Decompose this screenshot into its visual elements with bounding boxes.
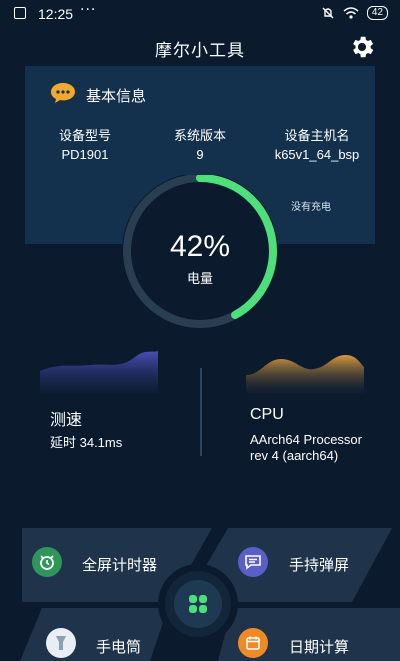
- tool-handheld-marquee[interactable]: 手持弹屏: [289, 554, 349, 575]
- wifi-icon: [343, 7, 359, 19]
- app-title: 摩尔小工具: [155, 41, 245, 61]
- hostname-label: 设备主机名: [284, 129, 350, 144]
- alarm-clock-icon: [32, 547, 62, 577]
- device-model-label: 设备型号: [58, 129, 111, 144]
- cpu-info-line2: rev 4 (aarch64): [250, 448, 339, 463]
- hostname-value: k65v1_64_bsp: [274, 147, 360, 162]
- system-version-value: 9: [196, 147, 204, 162]
- cpu-info-line1: AArch64 Processor: [250, 432, 362, 447]
- device-model-value: PD1901: [61, 147, 109, 162]
- system-version-label: 系统版本: [173, 129, 226, 144]
- charge-status: 没有充电: [291, 202, 331, 213]
- status-time: 12:25: [38, 6, 74, 22]
- clover-icon[interactable]: [186, 592, 210, 616]
- cpu-wave-graphic: [246, 355, 364, 393]
- chat-bubble-icon: [51, 83, 75, 103]
- calendar-icon: [238, 628, 268, 658]
- chat-bubble-icon: [238, 547, 268, 577]
- cpu-title[interactable]: CPU: [250, 406, 284, 424]
- tool-flashlight[interactable]: 手电筒: [96, 636, 141, 657]
- battery-percent: 42%: [169, 230, 231, 263]
- metrics-divider: [200, 368, 202, 456]
- gear-icon[interactable]: [348, 33, 376, 61]
- mute-icon: [322, 7, 334, 19]
- speed-test-title[interactable]: 测速: [50, 406, 82, 430]
- sim-card-icon: [14, 7, 26, 19]
- flashlight-icon: [46, 628, 76, 658]
- status-bar: 12:25 ··· 42: [0, 0, 400, 28]
- notification-dots: ···: [80, 2, 97, 18]
- battery-label: 电量: [186, 272, 213, 287]
- info-card-title: 基本信息: [86, 87, 147, 105]
- tool-date-calculator[interactable]: 日期计算: [289, 636, 349, 657]
- speed-latency: 延时 34.1ms: [50, 435, 123, 450]
- speed-wave-graphic: [40, 351, 158, 393]
- tool-fullscreen-timer[interactable]: 全屏计时器: [82, 554, 157, 575]
- status-icons: 42: [321, 6, 388, 20]
- battery-indicator: 42: [366, 6, 388, 20]
